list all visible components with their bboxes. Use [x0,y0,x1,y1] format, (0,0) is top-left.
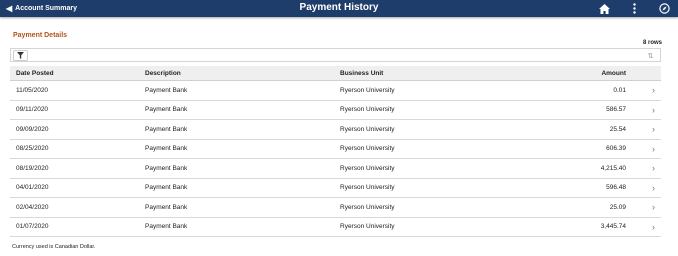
more-vertical-icon[interactable] [627,2,641,15]
cell-description: Payment Bank [145,106,188,114]
filter-icon [17,52,24,59]
cell-business-unit: Ryerson University [340,125,395,133]
column-header-business-unit[interactable]: Business Unit [334,70,544,77]
back-button[interactable]: ◀ Account Summary [6,2,77,15]
cell-amount: 0.01 [613,86,626,94]
table-row[interactable]: 09/11/2020 Payment Bank Ryerson Universi… [10,101,661,120]
cell-description: Payment Bank [145,86,188,94]
cell-business-unit: Ryerson University [340,223,395,231]
cell-date: 04/01/2020 [16,184,49,192]
cell-business-unit: Ryerson University [340,86,395,94]
page-header: ◀ Account Summary Payment History [0,0,678,17]
payment-grid: Date Posted Description Business Unit Am… [10,66,661,237]
cell-date: 09/11/2020 [16,106,49,114]
table-row[interactable]: 08/19/2020 Payment Bank Ryerson Universi… [10,159,661,179]
table-row[interactable]: 08/25/2020 Payment Bank Ryerson Universi… [10,140,661,159]
cell-amount: 3,445.74 [600,223,626,231]
cell-date: 08/19/2020 [16,164,49,172]
cell-description: Payment Bank [145,145,188,153]
filter-button[interactable] [13,50,28,61]
column-header-date[interactable]: Date Posted [10,70,139,77]
cell-date: 09/09/2020 [16,125,49,133]
cell-amount: 606.39 [606,145,626,153]
cell-business-unit: Ryerson University [340,203,395,211]
chevron-right-icon[interactable]: › [626,202,661,212]
grid-header: Date Posted Description Business Unit Am… [10,66,661,81]
chevron-right-icon[interactable]: › [626,222,661,232]
chevron-left-icon: ◀ [6,4,13,13]
cell-business-unit: Ryerson University [340,145,395,153]
currency-note: Currency used is Canadian Dollar. [12,244,96,250]
cell-amount: 25.54 [609,125,626,133]
grid-toolbar: ⇅ [10,48,661,62]
section-title: Payment Details [13,32,68,39]
cell-business-unit: Ryerson University [340,106,395,114]
cell-business-unit: Ryerson University [340,184,395,192]
column-header-amount[interactable]: Amount [544,70,626,77]
chevron-right-icon[interactable]: › [626,163,661,173]
table-row[interactable]: 09/09/2020 Payment Bank Ryerson Universi… [10,120,661,140]
sort-icon: ⇅ [647,52,654,60]
cell-description: Payment Bank [145,125,188,133]
chevron-right-icon[interactable]: › [626,85,661,95]
table-row[interactable]: 01/07/2020 Payment Bank Ryerson Universi… [10,218,661,237]
cell-description: Payment Bank [145,223,188,231]
cell-date: 01/07/2020 [16,223,49,231]
cell-business-unit: Ryerson University [340,164,395,172]
chevron-right-icon[interactable]: › [626,124,661,134]
cell-date: 02/04/2020 [16,203,49,211]
cell-date: 08/25/2020 [16,145,49,153]
table-row[interactable]: 04/01/2020 Payment Bank Ryerson Universi… [10,179,661,198]
chevron-right-icon[interactable]: › [626,144,661,154]
cell-amount: 596.48 [606,184,626,192]
chevron-right-icon[interactable]: › [626,183,661,193]
back-button-label: Account Summary [15,5,78,12]
cell-amount: 586.57 [606,106,626,114]
page-title: Payment History [299,2,379,13]
cell-description: Payment Bank [145,164,188,172]
navbar-compass-icon[interactable] [657,2,671,15]
header-actions [597,2,671,15]
sort-button[interactable]: ⇅ [643,50,658,61]
cell-date: 11/05/2020 [16,86,49,94]
cell-description: Payment Bank [145,203,188,211]
chevron-right-icon[interactable]: › [626,105,661,115]
cell-description: Payment Bank [145,184,188,192]
rows-count: 8 rows [642,40,662,46]
table-row[interactable]: 02/04/2020 Payment Bank Ryerson Universi… [10,198,661,218]
cell-amount: 4,215.40 [600,164,626,172]
home-icon[interactable] [597,2,611,15]
table-row[interactable]: 11/05/2020 Payment Bank Ryerson Universi… [10,81,661,101]
cell-amount: 25.09 [609,203,626,211]
column-header-description[interactable]: Description [139,70,334,77]
